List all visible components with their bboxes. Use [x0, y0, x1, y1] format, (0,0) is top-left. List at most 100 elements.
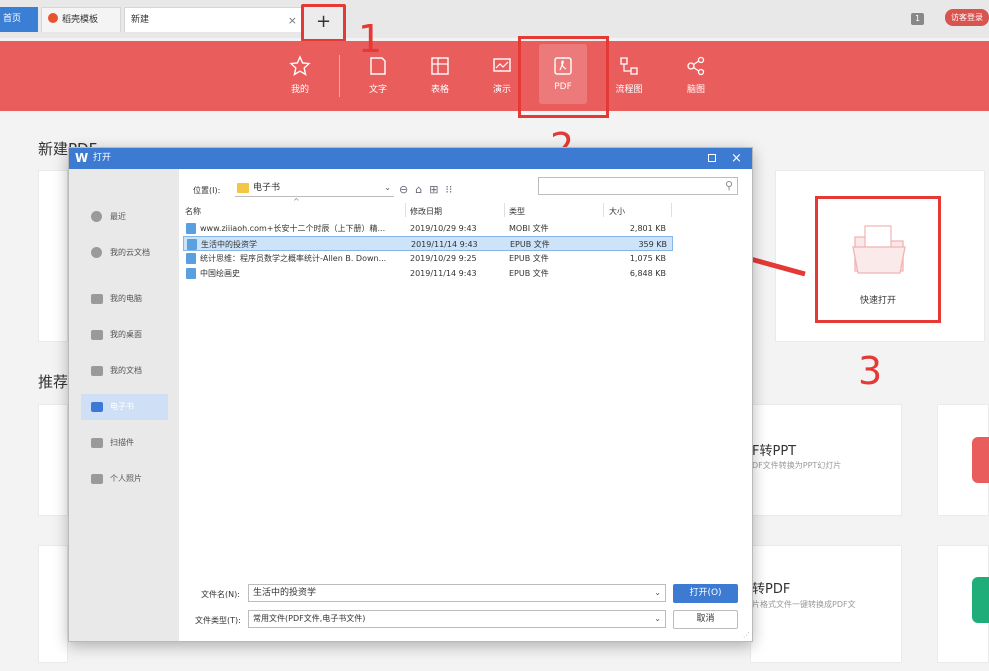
dialog-title: 打开: [93, 153, 112, 163]
sidebar-item-photos[interactable]: 个人照片: [81, 466, 168, 492]
sidebar-item-ebooks[interactable]: 电子书: [81, 394, 168, 420]
sidebar-item-my-computer[interactable]: 我的电脑: [81, 286, 168, 312]
quick-open-label: 快速打开: [859, 296, 896, 306]
maximize-icon[interactable]: [708, 154, 716, 162]
sidebar-item-label: 扫描件: [110, 438, 134, 447]
ribbon-item-spreadsheet[interactable]: 表格: [410, 55, 470, 95]
new-folder-icon[interactable]: ⊞: [429, 183, 438, 196]
open-file-dialog: W 打开 × 最近 我的云文档 我的电脑 我的桌面 我的文档 电子书 扫描件 个…: [68, 147, 753, 642]
column-divider[interactable]: [603, 203, 604, 217]
column-header-type[interactable]: 类型: [509, 206, 525, 217]
file-size: 1,075 KB: [629, 254, 666, 263]
ribbon-item-label: 文字: [368, 85, 387, 95]
sidebar-item-desktop[interactable]: 我的桌面: [81, 322, 168, 348]
sidebar-item-label: 最近: [110, 212, 126, 221]
tab-templates-label: 稻壳模板: [62, 15, 99, 25]
sidebar-item-cloud-docs[interactable]: 我的云文档: [81, 240, 168, 266]
quick-open-button[interactable]: 快速打开: [815, 196, 941, 323]
sidebar-item-scans[interactable]: 扫描件: [81, 430, 168, 456]
column-divider[interactable]: [405, 203, 406, 217]
column-header-date[interactable]: 修改日期: [410, 206, 442, 217]
sidebar-item-label: 我的云文档: [110, 248, 150, 257]
card-desc: DF文件转换为PPT幻灯片: [752, 461, 842, 470]
column-header-size[interactable]: 大小: [609, 206, 625, 217]
chevron-down-icon: ⌄: [384, 183, 391, 192]
file-name: 中国绘画史: [200, 269, 240, 278]
tab-close-icon[interactable]: ×: [288, 8, 297, 33]
column-divider[interactable]: [671, 203, 672, 217]
ribbon-item-mindmap[interactable]: 脑图: [666, 55, 726, 95]
filename-input[interactable]: 生活中的投资学 ⌄: [248, 584, 666, 602]
folder-icon: [91, 402, 103, 412]
annotation-step-3: 3: [858, 349, 883, 393]
file-row-selected[interactable]: 生活中的投资学 2019/11/14 9:43 EPUB 文件 359 KB: [183, 236, 673, 251]
file-icon: [186, 253, 196, 264]
sidebar-item-recent[interactable]: 最近: [81, 204, 168, 230]
file-type: EPUB 文件: [510, 240, 550, 249]
tool-badge-icon: [972, 577, 989, 623]
cancel-button[interactable]: 取消: [673, 610, 738, 629]
file-date: 2019/11/14 9:43: [410, 269, 477, 278]
file-date: 2019/10/29 9:43: [410, 224, 477, 233]
file-size: 6,848 KB: [629, 269, 666, 278]
search-icon: ⚲: [724, 179, 733, 192]
folder-icon: [91, 474, 103, 484]
open-button[interactable]: 打开(O): [673, 584, 738, 603]
dialog-sidebar: 最近 我的云文档 我的电脑 我的桌面 我的文档 电子书 扫描件 个人照片: [69, 169, 179, 641]
file-row[interactable]: 统计思维：程序员数学之概率统计-Allen B. Down... 2019/10…: [183, 251, 673, 266]
filetype-select[interactable]: 常用文件(PDF文件,电子书文件) ⌄: [248, 610, 666, 628]
template-card[interactable]: [38, 170, 68, 342]
folder-icon: [91, 366, 103, 376]
location-dropdown[interactable]: 电子书 ⌄: [235, 179, 394, 197]
filename-label: 文件名(N):: [201, 590, 240, 599]
filetype-label: 文件类型(T):: [195, 616, 241, 625]
file-icon: [186, 268, 196, 279]
wps-logo-icon: W: [75, 151, 89, 165]
file-row[interactable]: www.ziiiaoh.com+长安十二个时辰（上下册）精... 2019/10…: [183, 221, 673, 236]
sidebar-item-label: 个人照片: [110, 474, 142, 483]
ribbon-item-label: 表格: [430, 85, 449, 95]
ribbon-item-mine[interactable]: 我的: [270, 55, 330, 95]
ribbon-item-label: 脑图: [686, 85, 705, 95]
recommend-card[interactable]: [38, 545, 68, 663]
annotation-step-1: 1: [358, 17, 383, 61]
file-row[interactable]: 中国绘画史 2019/11/14 9:43 EPUB 文件 6,848 KB: [183, 266, 673, 281]
clock-icon: [91, 211, 102, 222]
chevron-down-icon[interactable]: ⌄: [654, 611, 661, 627]
add-tab-button[interactable]: +: [301, 4, 346, 42]
table-icon: [431, 57, 449, 75]
back-icon[interactable]: ⊖: [399, 183, 408, 196]
ribbon-item-writer[interactable]: 文字: [348, 55, 408, 95]
file-type: EPUB 文件: [509, 254, 549, 263]
sidebar-item-label: 我的文档: [110, 366, 142, 375]
tab-new[interactable]: 新建 ×: [124, 7, 304, 32]
tab-templates[interactable]: 稻壳模板: [41, 7, 121, 32]
card-title: 转PDF: [752, 582, 791, 597]
resize-grip-icon[interactable]: ⋰: [743, 631, 750, 639]
column-divider[interactable]: [504, 203, 505, 217]
ribbon-divider: [339, 55, 340, 97]
window-count-badge[interactable]: 1: [911, 13, 924, 25]
tab-new-label: 新建: [131, 15, 150, 25]
folder-icon: [91, 438, 103, 448]
file-size: 2,801 KB: [629, 224, 666, 233]
filename-value: 生活中的投资学: [253, 588, 317, 598]
navigation-toolbar: ⊖ ⌂ ⊞ ⁝⁝: [399, 183, 459, 196]
recommend-card[interactable]: [38, 404, 68, 516]
up-folder-icon[interactable]: ⌂: [415, 183, 422, 196]
guest-login-button[interactable]: 访客登录: [945, 9, 989, 26]
dialog-close-icon[interactable]: ×: [731, 148, 742, 169]
file-name: 统计思维：程序员数学之概率统计-Allen B. Down...: [200, 254, 387, 263]
flowchart-icon: [620, 57, 638, 75]
slideshow-icon: [493, 58, 511, 72]
search-input[interactable]: ⚲: [538, 177, 738, 195]
chevron-down-icon[interactable]: ⌄: [654, 585, 661, 601]
tab-home[interactable]: 首页: [0, 7, 38, 32]
file-type: EPUB 文件: [509, 269, 549, 278]
sidebar-item-my-documents[interactable]: 我的文档: [81, 358, 168, 384]
dialog-titlebar[interactable]: W 打开 ×: [69, 148, 752, 169]
view-mode-icon[interactable]: ⁝⁝: [445, 183, 452, 196]
computer-icon: [91, 294, 103, 304]
tab-bar: 首页 稻壳模板 新建 × + 1 访客登录: [0, 0, 989, 42]
column-header-name[interactable]: 名称: [185, 206, 201, 217]
